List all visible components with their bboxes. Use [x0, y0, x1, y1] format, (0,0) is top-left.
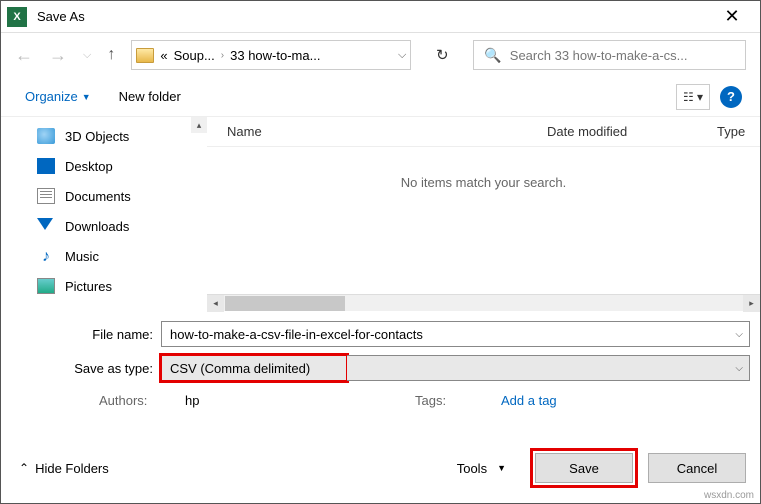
- savetype-dropdown-icon[interactable]: ⌵: [735, 363, 743, 374]
- titlebar: X Save As ✕: [1, 1, 760, 33]
- horizontal-scrollbar[interactable]: ◂ ▸: [207, 294, 760, 311]
- refresh-button[interactable]: ↻: [427, 46, 457, 64]
- chevron-down-icon: ▼: [497, 463, 506, 473]
- content-pane: Name Date modified Type No items match y…: [207, 117, 760, 311]
- tools-label: Tools: [457, 461, 487, 476]
- watermark: wsxdn.com: [704, 490, 754, 501]
- breadcrumb-prefix: «: [160, 48, 167, 63]
- scroll-left-button[interactable]: ◂: [207, 295, 224, 312]
- sidebar-item-3d-objects[interactable]: 3D Objects: [5, 121, 203, 151]
- tags-value[interactable]: Add a tag: [501, 393, 557, 408]
- sidebar-item-desktop[interactable]: Desktop: [5, 151, 203, 181]
- new-folder-button[interactable]: New folder: [119, 89, 181, 104]
- filename-input[interactable]: how-to-make-a-csv-file-in-excel-for-cont…: [161, 321, 750, 347]
- search-input[interactable]: 🔍 Search 33 how-to-make-a-cs...: [473, 40, 746, 70]
- sidebar-item-label: Music: [65, 249, 99, 264]
- excel-app-icon: X: [7, 7, 27, 27]
- chevron-right-icon[interactable]: ›: [221, 50, 224, 61]
- music-icon: ♪: [37, 248, 55, 264]
- filename-dropdown-icon[interactable]: ⌵: [735, 329, 743, 340]
- hide-folders-button[interactable]: ⌃ Hide Folders: [19, 461, 109, 476]
- tools-dropdown[interactable]: Tools ▼: [457, 461, 506, 476]
- window-title: Save As: [37, 9, 710, 24]
- sidebar-item-label: Desktop: [65, 159, 113, 174]
- scroll-thumb[interactable]: [225, 296, 345, 311]
- toolbar: Organize ▼ New folder ☷ ▾ ?: [1, 77, 760, 117]
- pictures-icon: [37, 278, 55, 294]
- desktop-icon: [37, 158, 55, 174]
- 3d-objects-icon: [37, 128, 55, 144]
- address-dropdown-icon[interactable]: ⌵: [398, 49, 406, 62]
- sidebar-item-label: Downloads: [65, 219, 129, 234]
- authors-value[interactable]: hp: [185, 393, 407, 408]
- close-button[interactable]: ✕: [710, 2, 754, 32]
- column-header-date[interactable]: Date modified: [547, 124, 717, 139]
- sidebar-scroll-up[interactable]: ▴: [191, 117, 207, 133]
- sidebar-item-pictures[interactable]: Pictures: [5, 271, 203, 301]
- filename-value: how-to-make-a-csv-file-in-excel-for-cont…: [170, 327, 423, 342]
- form-area: File name: how-to-make-a-csv-file-in-exc…: [1, 311, 760, 412]
- cancel-button[interactable]: Cancel: [648, 453, 746, 483]
- recent-dropdown-icon[interactable]: ⌵: [83, 49, 91, 62]
- savetype-value: CSV (Comma delimited): [170, 361, 310, 376]
- column-header-name[interactable]: Name: [227, 124, 547, 139]
- organize-label: Organize: [25, 89, 78, 104]
- savetype-highlighted[interactable]: CSV (Comma delimited): [159, 353, 349, 383]
- navbar: ← → ⌵ ↑ « Soup... › 33 how-to-ma... ⌵ ↻ …: [1, 33, 760, 77]
- search-placeholder: Search 33 how-to-make-a-cs...: [510, 48, 688, 63]
- sidebar: ▴ 3D Objects Desktop Documents Downloads…: [1, 117, 207, 311]
- download-icon: [37, 218, 55, 234]
- empty-message: No items match your search.: [207, 147, 760, 190]
- view-options-button[interactable]: ☷ ▾: [676, 84, 710, 110]
- filename-label: File name:: [11, 327, 161, 342]
- sidebar-item-label: 3D Objects: [65, 129, 129, 144]
- chevron-up-icon: ⌃: [19, 461, 29, 475]
- sidebar-item-music[interactable]: ♪ Music: [5, 241, 203, 271]
- savetype-label: Save as type:: [11, 361, 161, 376]
- folder-icon: [136, 48, 154, 63]
- up-button[interactable]: ↑: [107, 46, 115, 64]
- sidebar-item-documents[interactable]: Documents: [5, 181, 203, 211]
- authors-label: Authors:: [99, 393, 177, 408]
- forward-button[interactable]: →: [49, 45, 67, 66]
- search-icon: 🔍: [484, 47, 501, 64]
- sidebar-item-label: Pictures: [65, 279, 112, 294]
- breadcrumb-1[interactable]: Soup...: [174, 48, 215, 63]
- help-button[interactable]: ?: [720, 86, 742, 108]
- organize-button[interactable]: Organize ▼: [25, 89, 91, 104]
- chevron-down-icon: ▼: [82, 92, 91, 102]
- address-bar[interactable]: « Soup... › 33 how-to-ma... ⌵: [131, 40, 411, 70]
- documents-icon: [37, 188, 55, 204]
- savetype-dropdown-ext[interactable]: ⌵: [347, 355, 750, 381]
- footer: ⌃ Hide Folders Tools ▼ Save Cancel: [1, 449, 760, 487]
- tags-label: Tags:: [415, 393, 493, 408]
- column-header-type[interactable]: Type: [717, 124, 760, 139]
- body: ▴ 3D Objects Desktop Documents Downloads…: [1, 117, 760, 311]
- save-button[interactable]: Save: [535, 453, 633, 483]
- hide-folders-label: Hide Folders: [35, 461, 109, 476]
- breadcrumb-2[interactable]: 33 how-to-ma...: [230, 48, 320, 63]
- scroll-right-button[interactable]: ▸: [743, 295, 760, 312]
- save-highlight: Save: [530, 448, 638, 488]
- column-headers: Name Date modified Type: [207, 117, 760, 147]
- sidebar-item-label: Documents: [65, 189, 131, 204]
- back-button[interactable]: ←: [15, 45, 33, 66]
- sidebar-item-downloads[interactable]: Downloads: [5, 211, 203, 241]
